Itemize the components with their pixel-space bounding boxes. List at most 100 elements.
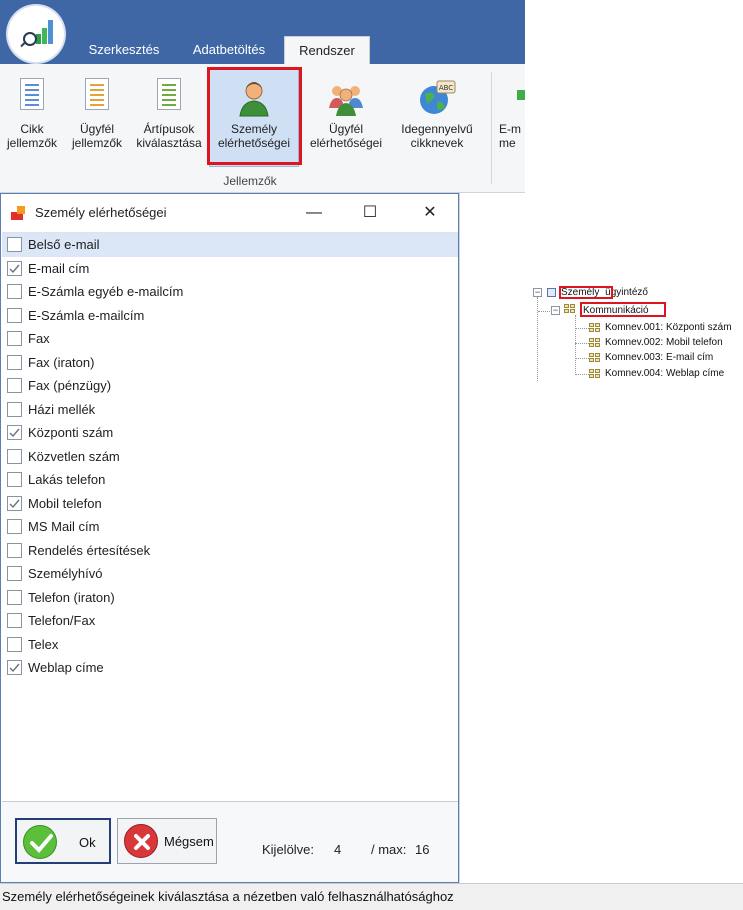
checkbox[interactable] — [7, 354, 22, 370]
tree-root-node[interactable]: Személy ügyintéző — [561, 285, 648, 300]
list-item[interactable]: Közvetlen szám — [2, 445, 458, 469]
tree-leaf-node[interactable]: Komnev.002: Mobil telefon — [605, 335, 723, 350]
list-item-label: E-mail cím — [28, 260, 90, 276]
svg-text:ABC: ABC — [439, 84, 453, 92]
cancel-button[interactable]: Mégsem — [117, 818, 217, 864]
list-item[interactable]: Személyhívó — [2, 562, 458, 586]
checkbox[interactable] — [7, 613, 22, 629]
leaf-node-icon — [589, 338, 601, 348]
cikk-jellemzok-button[interactable]: Cikk jellemzők — [2, 68, 62, 168]
list-item-label: Fax (iraton) — [28, 354, 95, 370]
checkbox-checked[interactable] — [7, 425, 22, 441]
list-item-label: Belső e-mail — [28, 237, 100, 253]
ok-label: Ok — [79, 835, 96, 850]
tab-szerkesztes[interactable]: Szerkesztés — [76, 36, 172, 64]
list-item-label: Fax (pénzügy) — [28, 378, 112, 394]
list-item-label: MS Mail cím — [28, 519, 100, 535]
idegennyelvu-cikknevek-button[interactable]: ABC Idegennyelvű cikknevek — [393, 68, 481, 168]
tree-leaf-node[interactable]: Komnev.001: Központi szám — [605, 320, 732, 335]
list-item-label: Telefon (iraton) — [28, 589, 115, 605]
list-item[interactable]: Fax (iraton) — [2, 351, 458, 375]
leaf-node-icon — [589, 369, 601, 379]
checkbox[interactable] — [7, 448, 22, 464]
checkbox-node-icon — [547, 287, 557, 297]
checkbox-checked[interactable] — [7, 260, 22, 276]
tab-adatbetoltes[interactable]: Adatbetöltés — [180, 36, 278, 64]
list-item[interactable]: E-Számla e-mailcím — [2, 304, 458, 328]
checkbox[interactable] — [7, 472, 22, 488]
cancel-label: Mégsem — [164, 834, 214, 849]
checkbox[interactable] — [7, 284, 22, 300]
tab-rendszer[interactable]: Rendszer — [284, 36, 370, 64]
checkmark-icon — [23, 825, 57, 859]
checkbox[interactable] — [7, 519, 22, 535]
list-item[interactable]: Fax — [2, 327, 458, 351]
workspace-area — [459, 193, 525, 883]
email-label: E-m me — [499, 122, 521, 150]
contact-type-list[interactable]: Belső e-mail E-mail cím E-Számla egyéb e-m… — [2, 232, 458, 802]
list-item[interactable]: Központi szám — [2, 421, 458, 445]
list-item-label: Közvetlen szám — [28, 448, 120, 464]
checkbox[interactable] — [7, 307, 22, 323]
list-item[interactable]: E-Számla egyéb e-mailcím — [2, 280, 458, 304]
list-item[interactable]: MS Mail cím — [2, 515, 458, 539]
checkbox[interactable] — [7, 237, 22, 253]
dialog-title: Személy elérhetőségei — [35, 205, 167, 220]
close-button[interactable]: ✕ — [407, 198, 453, 228]
list-item[interactable]: Weblap címe — [2, 656, 458, 680]
maximize-button[interactable]: ☐ — [347, 198, 393, 228]
list-item-label: Weblap címe — [28, 660, 104, 676]
list-item-label: Mobil telefon — [28, 495, 102, 511]
checkbox[interactable] — [7, 566, 22, 582]
max-label: / max: — [371, 842, 407, 857]
artipusok-kivalasztasa-label: Ártípusok kiválasztása — [136, 122, 202, 150]
ribbon-panel: Cikk jellemzők Ügyfél jellemzők Ártípuso… — [0, 64, 525, 193]
max-count: 16 — [415, 842, 430, 857]
tree-leaf-node[interactable]: Komnev.004: Weblap címe — [605, 366, 724, 381]
minimize-button[interactable]: — — [291, 198, 337, 228]
artipusok-kivalasztasa-button[interactable]: Ártípusok kiválasztása — [132, 68, 206, 168]
checkbox[interactable] — [7, 589, 22, 605]
list-item[interactable]: Belső e-mail — [2, 233, 458, 257]
checkbox-checked[interactable] — [7, 660, 22, 676]
cross-icon — [124, 824, 158, 858]
status-bar: Személy elérhetőségeinek kiválasztása a … — [0, 883, 743, 910]
szemely-elerhetosegei-button[interactable]: Személy elérhetőségei — [209, 67, 299, 167]
list-item[interactable]: Rendelés értesítések — [2, 539, 458, 563]
checkbox[interactable] — [7, 331, 22, 347]
app-menu-button[interactable] — [8, 6, 64, 62]
document-list-orange-icon — [77, 78, 117, 118]
ugyfel-elerhetosegei-button[interactable]: Ügyfél elérhetőségei — [303, 68, 389, 168]
email-button[interactable]: E-m me — [495, 68, 525, 168]
list-item[interactable]: Házi mellék — [2, 398, 458, 422]
group-label-jellemzok: Jellemzők — [223, 174, 277, 188]
ok-button[interactable]: Ok — [15, 818, 111, 864]
list-item[interactable]: Telefon (iraton) — [2, 586, 458, 610]
document-list-icon — [12, 78, 52, 118]
list-item-label: E-Számla egyéb e-mailcím — [28, 284, 184, 300]
checkbox-checked[interactable] — [7, 495, 22, 511]
checkbox[interactable] — [7, 636, 22, 652]
ribbon-header: Szerkesztés Adatbetöltés Rendszer — [0, 0, 525, 64]
checkbox[interactable] — [7, 378, 22, 394]
collapse-icon[interactable]: − — [533, 288, 542, 297]
list-item[interactable]: Telex — [2, 633, 458, 657]
person-icon — [234, 78, 274, 118]
selected-count: 4 — [334, 842, 342, 857]
ugyfel-jellemzok-button[interactable]: Ügyfél jellemzők — [66, 68, 128, 168]
globe-abc-icon: ABC — [417, 78, 457, 118]
tree-leaf-node[interactable]: Komnev.003: E-mail cím — [605, 350, 713, 365]
list-item[interactable]: Telefon/Fax — [2, 609, 458, 633]
dialog-titlebar[interactable]: Személy elérhetőségei — ☐ ✕ — [1, 194, 458, 232]
checkbox[interactable] — [7, 401, 22, 417]
list-item[interactable]: Fax (pénzügy) — [2, 374, 458, 398]
folder-node-icon — [564, 304, 576, 314]
idegennyelvu-cikknevek-label: Idegennyelvű cikknevek — [401, 122, 473, 150]
checkbox[interactable] — [7, 542, 22, 558]
collapse-icon[interactable]: − — [551, 306, 560, 315]
tree-child-node[interactable]: Kommunikáció — [583, 303, 649, 318]
list-item[interactable]: Lakás telefon — [2, 468, 458, 492]
list-item[interactable]: E-mail cím — [2, 257, 458, 281]
list-item[interactable]: Mobil telefon — [2, 492, 458, 516]
selected-label: Kijelölve: — [262, 842, 315, 857]
